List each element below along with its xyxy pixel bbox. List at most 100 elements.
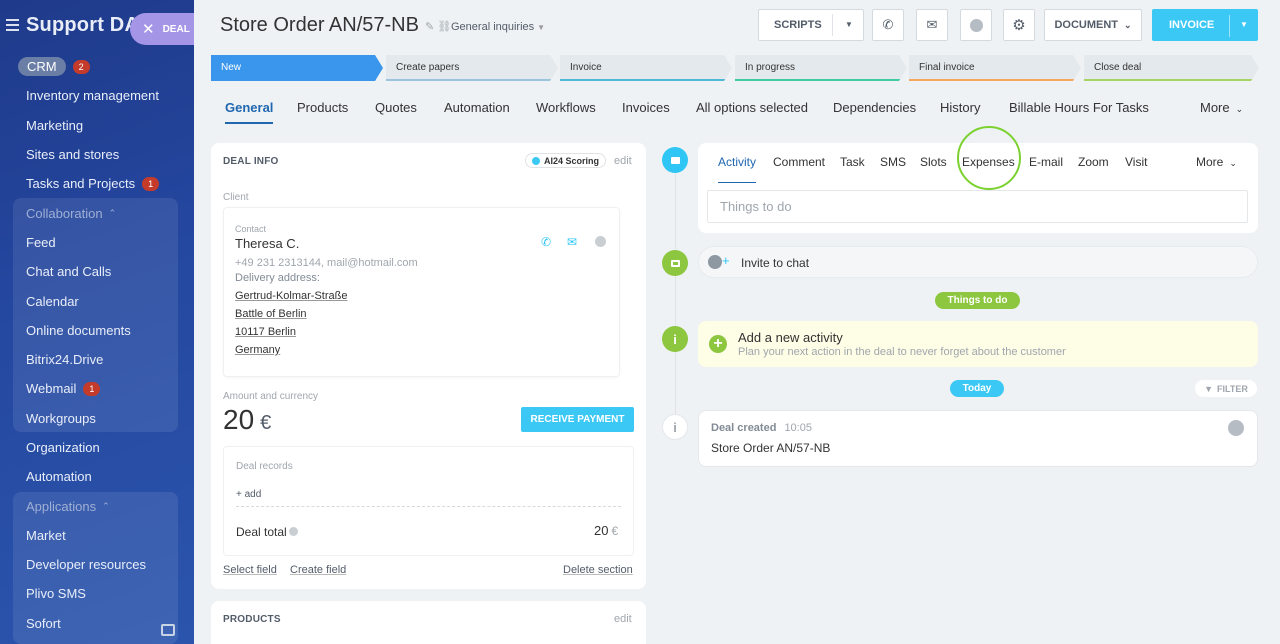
tab-all-options[interactable]: All options selected xyxy=(696,100,808,124)
add-activity-card[interactable]: + Add a new activity Plan your next acti… xyxy=(698,321,1258,367)
stage-invoice[interactable]: Invoice xyxy=(560,55,732,81)
add-record-link[interactable]: + add xyxy=(236,489,261,500)
sidebar-item-calendar[interactable]: Calendar xyxy=(0,286,194,315)
tab-dependencies[interactable]: Dependencies xyxy=(833,100,916,124)
tab-general[interactable]: General xyxy=(225,100,274,124)
tab-products[interactable]: Products xyxy=(297,100,348,124)
address-line[interactable]: Gertrud-Kolmar-Straße xyxy=(235,290,347,302)
contact-details: +49 231 2313144, mail@hotmail.com xyxy=(235,257,418,269)
tab-comment[interactable]: Comment xyxy=(773,155,825,169)
sidebar-item-marketing[interactable]: Marketing xyxy=(0,111,194,140)
phone-button[interactable]: ✆ xyxy=(872,9,904,41)
chevron-down-icon[interactable]: ▼ xyxy=(1240,20,1248,29)
address-line[interactable]: 10117 Berlin xyxy=(235,326,296,338)
sidebar-item-chat[interactable]: Chat and Calls xyxy=(0,257,194,286)
sidebar-item-documents[interactable]: Online documents xyxy=(0,316,194,345)
tab-invoices[interactable]: Invoices xyxy=(622,100,670,124)
plus-icon[interactable]: + xyxy=(709,335,727,353)
tab-activity[interactable]: Activity xyxy=(718,155,757,183)
sidebar-item-workgroups[interactable]: Workgroups xyxy=(0,404,194,433)
sidebar-group-collaboration[interactable]: Collaboration ⌃ xyxy=(0,198,194,227)
invite-to-chat[interactable]: + Invite to chat xyxy=(698,246,1258,278)
add-activity-title: Add a new activity xyxy=(738,330,843,345)
portal-title[interactable]: Support DA xyxy=(26,14,139,37)
sidebar-item-market[interactable]: Market xyxy=(0,521,194,550)
address-line[interactable]: Battle of Berlin xyxy=(235,308,307,320)
todo-input[interactable]: Things to do xyxy=(707,190,1248,223)
category-selector[interactable]: General inquiries ▼ xyxy=(451,21,545,33)
address-line[interactable]: Germany xyxy=(235,344,280,356)
invoice-button[interactable]: INVOICE ▼ xyxy=(1152,9,1258,41)
amount-value: 20 € xyxy=(223,404,271,436)
edit-link[interactable]: edit xyxy=(614,155,632,167)
link-icon[interactable]: ⛓ xyxy=(437,21,451,33)
close-icon[interactable]: ✕ xyxy=(142,20,155,38)
sidebar-item-organization[interactable]: Organization xyxy=(0,433,194,462)
filter-label: FILTER xyxy=(1217,383,1248,394)
stage-create-papers[interactable]: Create papers xyxy=(386,55,558,81)
email-button[interactable]: ✉ xyxy=(916,9,948,41)
sidebar-item-automation[interactable]: Automation xyxy=(0,462,194,491)
settings-button[interactable]: ⚙ xyxy=(1003,9,1035,41)
chat-icon xyxy=(662,250,688,276)
select-field-link[interactable]: Select field xyxy=(223,564,277,576)
tab-sms[interactable]: SMS xyxy=(880,155,906,169)
tab-history[interactable]: History xyxy=(940,100,980,124)
contact-label: Contact xyxy=(235,224,267,234)
chat-button[interactable] xyxy=(960,9,992,41)
tab-billable-hours[interactable]: Billable Hours For Tasks xyxy=(1009,100,1149,124)
document-button[interactable]: DOCUMENT ⌄ xyxy=(1044,9,1142,41)
avatar[interactable] xyxy=(1228,420,1244,436)
stage-in-progress[interactable]: In progress xyxy=(735,55,907,81)
tab-more[interactable]: More ⌄ xyxy=(1200,100,1243,124)
receive-payment-button[interactable]: RECEIVE PAYMENT xyxy=(521,407,634,432)
currency-symbol: € xyxy=(260,412,272,434)
sidebar-item-developer[interactable]: Developer resources xyxy=(0,550,194,579)
stage-final-invoice[interactable]: Final invoice xyxy=(909,55,1081,81)
today-divider: Today xyxy=(950,380,1004,397)
menu-icon[interactable] xyxy=(6,19,19,31)
sidebar-item-plivo[interactable]: Plivo SMS xyxy=(0,579,194,608)
sidebar-group-applications[interactable]: Applications ⌃ xyxy=(0,491,194,520)
create-field-link[interactable]: Create field xyxy=(290,564,346,576)
ai-scoring-badge[interactable]: AI24 Scoring xyxy=(525,153,607,168)
contact-box: Contact Theresa C. ✆ ✉ +49 231 2313144, … xyxy=(223,207,620,377)
chat-icon[interactable] xyxy=(593,236,607,248)
deal-tabs: General Products Quotes Automation Workf… xyxy=(211,100,1259,126)
sidebar-item-sites[interactable]: Sites and stores xyxy=(0,140,194,169)
sidebar-item-inventory[interactable]: Inventory management xyxy=(0,81,194,110)
tab-task[interactable]: Task xyxy=(840,155,865,169)
sidebar-item-drive[interactable]: Bitrix24.Drive xyxy=(0,345,194,374)
tab-visit[interactable]: Visit xyxy=(1125,155,1147,169)
deal-tag-label: DEAL xyxy=(162,23,190,35)
edit-link[interactable]: edit xyxy=(614,613,632,625)
tab-automation[interactable]: Automation xyxy=(444,100,510,124)
entry-deal-name: Store Order AN/57-NB xyxy=(711,441,831,455)
chevron-down-icon[interactable]: ▼ xyxy=(845,20,853,29)
deal-close-tag[interactable]: ✕ DEAL xyxy=(130,13,194,45)
tab-slots[interactable]: Slots xyxy=(920,155,947,169)
delete-section-link[interactable]: Delete section xyxy=(563,564,633,576)
phone-icon[interactable]: ✆ xyxy=(539,236,553,248)
tab-more[interactable]: More ⌄ xyxy=(1196,155,1237,169)
pencil-icon[interactable]: ✎ xyxy=(425,21,434,33)
products-title: PRODUCTS xyxy=(223,614,281,625)
tab-workflows[interactable]: Workflows xyxy=(536,100,596,124)
tab-quotes[interactable]: Quotes xyxy=(375,100,417,124)
scripts-button[interactable]: SCRIPTS ▼ xyxy=(758,9,864,41)
stage-new[interactable]: New xyxy=(211,55,383,81)
sidebar-item-tasks[interactable]: Tasks and Projects 1 xyxy=(0,169,194,198)
help-icon[interactable] xyxy=(288,527,298,536)
tab-zoom[interactable]: Zoom xyxy=(1078,155,1109,169)
sidebar-item-crm[interactable]: CRM 2 xyxy=(0,52,194,81)
chat-icon xyxy=(969,18,983,32)
envelope-icon[interactable]: ✉ xyxy=(565,236,579,248)
stage-close-deal[interactable]: Close deal xyxy=(1084,55,1259,81)
printer-icon[interactable] xyxy=(161,624,175,636)
group-title: Collaboration xyxy=(26,205,103,221)
sidebar-item-feed[interactable]: Feed xyxy=(0,228,194,257)
contact-name[interactable]: Theresa C. xyxy=(235,236,299,251)
tab-email[interactable]: E-mail xyxy=(1029,155,1063,169)
sidebar-item-webmail[interactable]: Webmail 1 xyxy=(0,374,194,403)
filter-button[interactable]: ▼ FILTER xyxy=(1195,380,1257,397)
